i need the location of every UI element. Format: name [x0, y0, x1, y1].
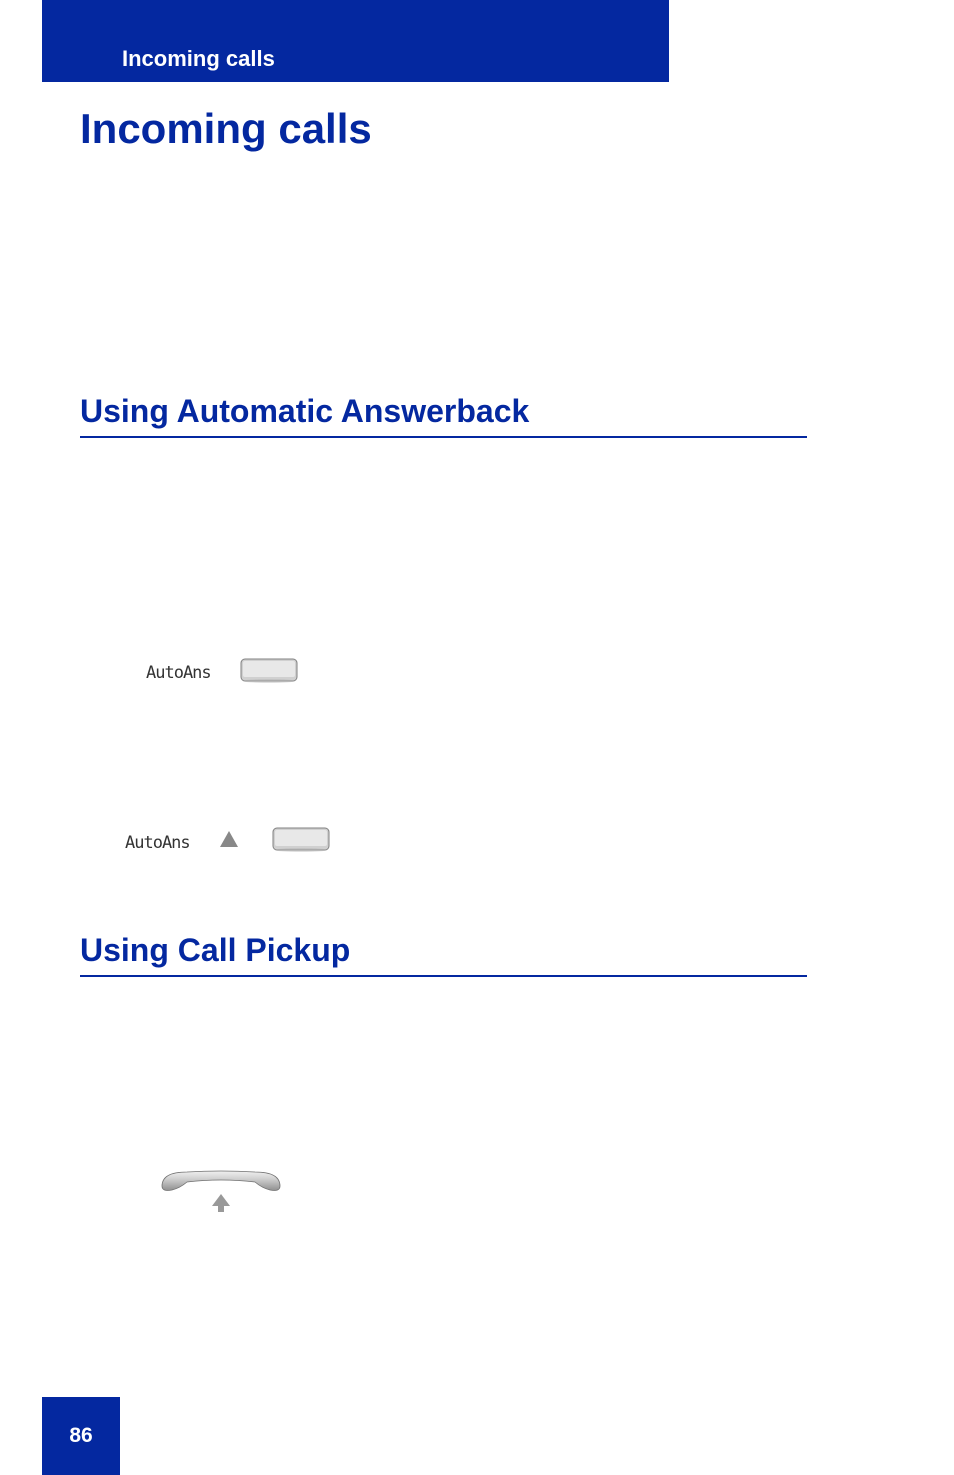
soft-key-button-icon: [240, 658, 298, 684]
autoans-label-2: AutoAns: [125, 833, 190, 853]
autoans-label-1: AutoAns: [146, 663, 211, 683]
breadcrumb: Incoming calls: [122, 46, 275, 72]
section-heading-pickup: Using Call Pickup: [80, 932, 807, 977]
section-heading-answerback: Using Automatic Answerback: [80, 393, 807, 438]
page-number-box: 86: [42, 1397, 120, 1475]
soft-key-button-icon: [272, 827, 330, 853]
page-header-bar: Incoming calls: [42, 0, 669, 82]
page-number: 86: [69, 1424, 92, 1448]
indicator-icon: [218, 829, 240, 849]
page-title: Incoming calls: [80, 105, 372, 153]
handset-lift-icon: [152, 1168, 290, 1213]
